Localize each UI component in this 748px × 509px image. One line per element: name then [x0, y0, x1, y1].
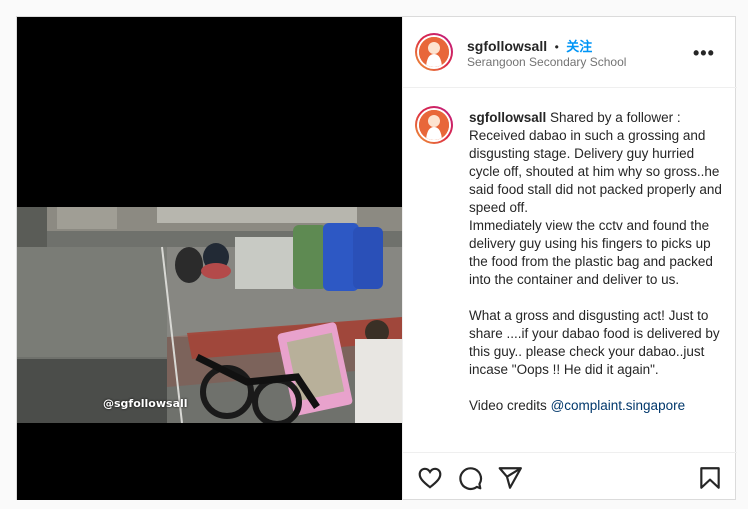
caption-area[interactable]: sgfollowsall Shared by a follower : Rece…: [403, 88, 737, 452]
cctv-scene-image: [17, 207, 402, 423]
instagram-post: @sgfollowsall sgfollowsall • 关注 Serangoo…: [16, 16, 737, 500]
profile-image: [419, 37, 449, 67]
caption-body: Shared by a follower : Received dabao in…: [469, 110, 722, 413]
more-options-button[interactable]: •••: [693, 43, 715, 64]
profile-image: [419, 110, 449, 140]
avatar[interactable]: [415, 33, 453, 71]
caption-username[interactable]: sgfollowsall: [469, 110, 546, 125]
header-title-row: sgfollowsall • 关注: [467, 36, 592, 56]
credit-mention-link[interactable]: @complaint.singapore: [551, 398, 686, 413]
action-bar: [403, 452, 737, 501]
caption-text: sgfollowsall Shared by a follower : Rece…: [469, 109, 727, 415]
video-player[interactable]: @sgfollowsall: [17, 17, 402, 500]
post-sidebar: sgfollowsall • 关注 Serangoon Secondary Sc…: [402, 17, 737, 500]
separator-dot: •: [554, 40, 559, 54]
heart-icon[interactable]: [417, 465, 443, 491]
follow-button[interactable]: 关注: [566, 39, 592, 54]
post-header: sgfollowsall • 关注 Serangoon Secondary Sc…: [403, 17, 737, 88]
video-frame[interactable]: @sgfollowsall: [17, 207, 402, 423]
comment-icon[interactable]: [457, 465, 483, 491]
send-icon[interactable]: [497, 465, 523, 491]
video-watermark: @sgfollowsall: [103, 397, 188, 410]
bookmark-icon[interactable]: [697, 465, 723, 491]
header-username[interactable]: sgfollowsall: [467, 38, 547, 54]
location-link[interactable]: Serangoon Secondary School: [467, 55, 626, 69]
more-horizontal-icon: •••: [693, 43, 715, 63]
caption-avatar[interactable]: [415, 106, 453, 144]
